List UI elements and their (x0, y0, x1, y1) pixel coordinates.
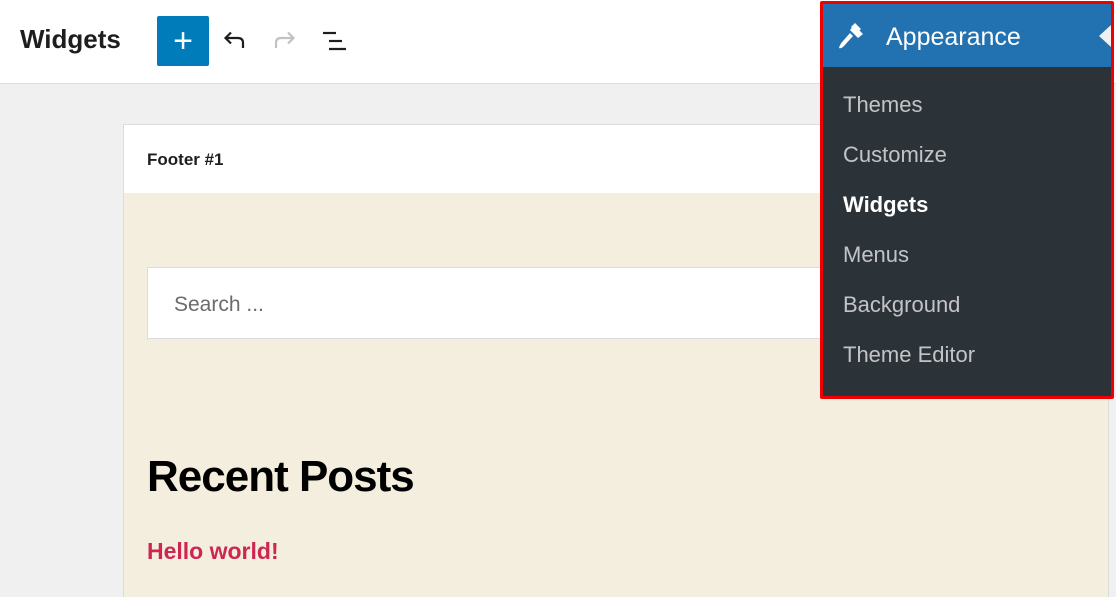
undo-icon (223, 31, 245, 48)
search-placeholder: Search ... (174, 293, 264, 316)
paintbrush-icon (839, 23, 863, 49)
appearance-menu-header[interactable]: Appearance (823, 4, 1111, 67)
recent-posts-heading: Recent Posts (147, 452, 415, 501)
post-link[interactable]: Hello world! (147, 538, 279, 565)
menu-item-customize[interactable]: Customize (843, 142, 947, 168)
list-view-button[interactable] (320, 26, 350, 56)
menu-item-menus[interactable]: Menus (843, 242, 909, 268)
menu-item-themes[interactable]: Themes (843, 92, 922, 118)
list-view-icon (323, 31, 346, 51)
menu-item-widgets[interactable]: Widgets (843, 192, 928, 218)
menu-pointer (1099, 25, 1111, 47)
redo-button[interactable] (270, 26, 300, 56)
plus-icon: + (173, 22, 193, 60)
appearance-submenu: Appearance Themes Customize Widgets Menu… (820, 1, 1114, 399)
page-title: Widgets (20, 24, 121, 54)
redo-icon (274, 31, 296, 48)
menu-item-background[interactable]: Background (843, 292, 960, 318)
menu-item-theme-editor[interactable]: Theme Editor (843, 342, 975, 368)
appearance-menu-title: Appearance (886, 23, 1021, 51)
undo-button[interactable] (219, 26, 249, 56)
add-block-button[interactable]: + (157, 16, 209, 66)
widget-area-title: Footer #1 (147, 150, 224, 169)
